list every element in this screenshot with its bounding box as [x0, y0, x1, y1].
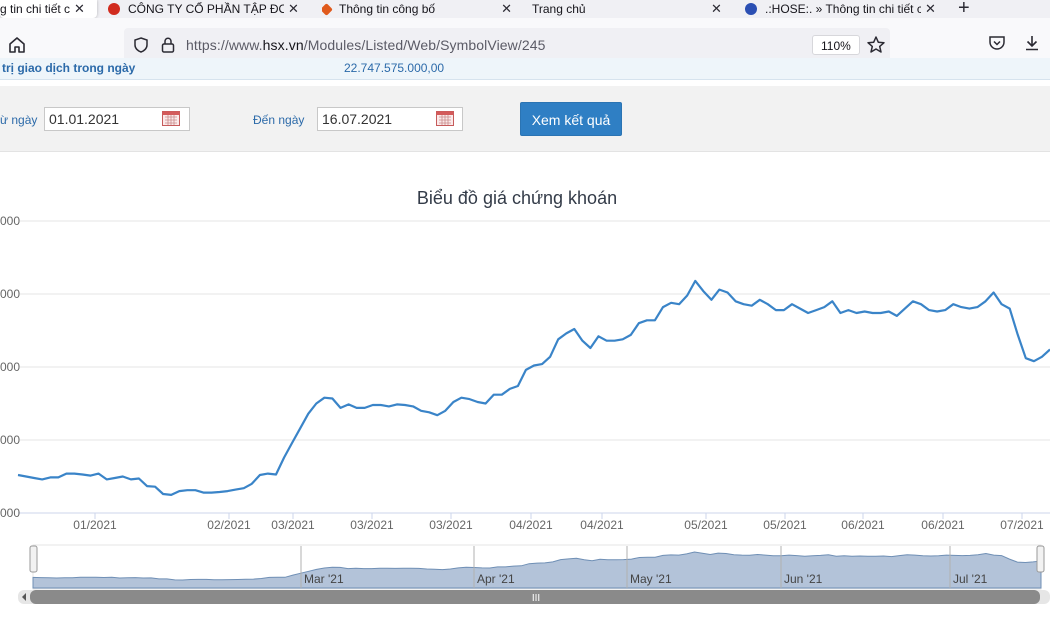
- pocket-icon[interactable]: [988, 35, 1006, 51]
- chart-navigator[interactable]: Mar '21 Apr '21 May '21 Jun '21 Jul '21: [32, 544, 1042, 590]
- to-date-label: Đến ngày: [253, 113, 305, 127]
- price-series-line[interactable]: [17, 279, 1050, 496]
- diamond-logo-icon: [322, 2, 333, 16]
- navigator-label: Apr '21: [477, 572, 515, 586]
- address-bar[interactable]: https://www.hsx.vn/Modules/Listed/Web/Sy…: [124, 28, 890, 62]
- hose-logo-icon: [745, 3, 757, 15]
- navigator-label: Jul '21: [953, 572, 988, 586]
- url-path: /Modules/Listed/Web/SymbolView/245: [303, 37, 546, 53]
- tab-close-icon[interactable]: ✕: [74, 1, 85, 17]
- url-text[interactable]: https://www.hsx.vn/Modules/Listed/Web/Sy…: [186, 37, 546, 53]
- trading-value-row: trị giao dịch trong ngày 22.747.575.000,…: [0, 58, 1050, 80]
- tab-title: Trang chủ: [532, 2, 586, 16]
- price-chart-svg[interactable]: Biểu đồ giá chứng khoán 000000000000000 …: [0, 152, 1050, 630]
- zoom-level-button[interactable]: 110%: [812, 35, 860, 55]
- from-date-value: 01.01.2021: [49, 111, 120, 127]
- x-tick-label: 01/2021: [73, 518, 117, 532]
- y-tick-label: 000: [0, 287, 20, 301]
- trading-value-label: trị giao dịch trong ngày: [2, 61, 136, 75]
- x-tick-label: 06/2021: [841, 518, 885, 532]
- navigator-label: May '21: [630, 572, 672, 586]
- vendor-logo-icon: [108, 3, 120, 15]
- x-tick-label: 04/2021: [509, 518, 553, 532]
- stock-price-chart: Biểu đồ giá chứng khoán 000 000 000 000 000 …: [0, 152, 1050, 630]
- calendar-icon[interactable]: [162, 110, 180, 126]
- y-tick-label: 000: [0, 433, 20, 447]
- navigator-label: Jun '21: [784, 572, 823, 586]
- browser-tab[interactable]: Thông tin công bố ✕: [322, 0, 512, 18]
- download-icon[interactable]: [1023, 34, 1041, 52]
- browser-tab-active[interactable]: g tin chi tiết c ✕: [0, 0, 97, 18]
- browser-tab[interactable]: .:HOSE:. » Thông tin chi tiết c ✕: [745, 0, 937, 18]
- x-tick-label: 03/2021: [271, 518, 315, 532]
- tab-title: .:HOSE:. » Thông tin chi tiết c: [765, 2, 921, 16]
- x-tick-label: 05/2021: [684, 518, 728, 532]
- tab-title: g tin chi tiết c: [0, 2, 70, 16]
- navigator-label: Mar '21: [304, 572, 344, 586]
- home-icon[interactable]: [6, 34, 28, 56]
- browser-tab[interactable]: Trang chủ ✕: [532, 0, 724, 18]
- x-tick-label: 02/2021: [207, 518, 251, 532]
- tab-title: CÔNG TY CỔ PHẦN TẬP ĐOÀ: [128, 2, 284, 16]
- new-tab-button[interactable]: +: [958, 0, 970, 18]
- browser-tab-strip: g tin chi tiết c ✕ CÔNG TY CỔ PHẦN TẬP Đ…: [0, 0, 1050, 18]
- y-tick-label: 000: [0, 214, 20, 228]
- x-tick-label: 05/2021: [763, 518, 807, 532]
- tracking-shield-icon[interactable]: [132, 36, 150, 54]
- trading-value: 22.747.575.000,00: [344, 61, 445, 75]
- to-date-value: 16.07.2021: [322, 111, 393, 127]
- tab-title: Thông tin công bố: [339, 2, 436, 16]
- url-prefix: https://www.: [186, 37, 263, 53]
- browser-tab[interactable]: CÔNG TY CỔ PHẦN TẬP ĐOÀ ✕: [108, 0, 300, 18]
- from-date-label: ừ ngày: [0, 113, 38, 127]
- chart-title: Biểu đồ giá chứng khoán: [417, 188, 617, 208]
- calendar-icon[interactable]: [436, 110, 454, 126]
- tab-close-icon[interactable]: ✕: [711, 1, 722, 17]
- x-tick-label: 03/2021: [429, 518, 473, 532]
- x-tick-label: 03/2021: [350, 518, 394, 532]
- y-tick-label: 000: [0, 506, 20, 520]
- tab-close-icon[interactable]: ✕: [925, 1, 936, 17]
- tab-close-icon[interactable]: ✕: [288, 1, 299, 17]
- navigator-left-handle[interactable]: [29, 545, 38, 573]
- bookmark-star-icon[interactable]: [866, 35, 886, 55]
- navigator-right-handle[interactable]: [1036, 545, 1045, 573]
- tab-close-icon[interactable]: ✕: [501, 1, 512, 17]
- x-tick-label: 06/2021: [921, 518, 965, 532]
- scrollbar-grip: III: [532, 593, 540, 604]
- x-tick-label: 04/2021: [580, 518, 624, 532]
- url-host: hsx.vn: [262, 37, 304, 53]
- x-tick-label: 07/2021: [1000, 518, 1044, 532]
- y-tick-label: 000: [0, 360, 20, 374]
- view-results-button[interactable]: Xem kết quả: [520, 102, 622, 136]
- lock-icon[interactable]: [160, 36, 176, 54]
